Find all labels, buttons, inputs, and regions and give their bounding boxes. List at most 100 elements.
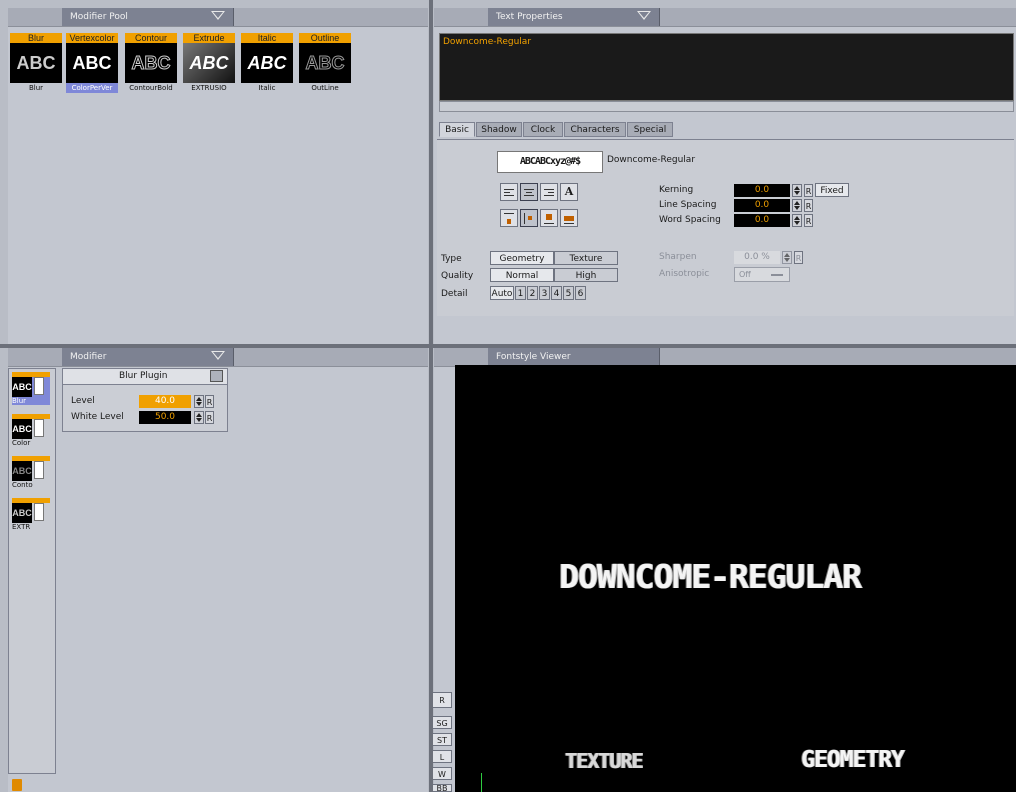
horizontal-scrollbar[interactable]	[439, 101, 1014, 112]
type-texture-button[interactable]: Texture	[554, 251, 618, 265]
pool-item-thumb: ABC	[183, 43, 235, 83]
white-level-value[interactable]: 50.0	[139, 411, 191, 424]
tab-characters[interactable]: Characters	[564, 122, 626, 137]
vertical-divider[interactable]	[429, 0, 433, 792]
pool-item-outline[interactable]: Outline ABC OutLine	[299, 33, 351, 93]
pool-item-thumb: ABC	[241, 43, 293, 83]
side-button-w[interactable]: W	[432, 767, 452, 780]
type-label: Type	[441, 254, 462, 264]
detail-4-button[interactable]: 4	[551, 286, 562, 300]
chevron-down-icon[interactable]	[211, 11, 225, 20]
kerning-spinner[interactable]	[792, 184, 802, 197]
detail-label: Detail	[441, 289, 468, 299]
trash-icon[interactable]	[12, 779, 22, 791]
level-value[interactable]: 40.0	[139, 395, 191, 408]
anisotropic-label: Anisotropic	[659, 269, 710, 279]
axis-icon	[481, 773, 482, 792]
modifier-stack-item[interactable]: ABC Color	[12, 414, 50, 447]
pool-item-extrude[interactable]: Extrude ABC EXTRUSIO	[183, 33, 235, 93]
chevron-down-icon[interactable]	[637, 11, 651, 20]
tab-clock[interactable]: Clock	[523, 122, 563, 137]
sharpen-spinner[interactable]	[782, 251, 792, 264]
white-level-spinner[interactable]	[194, 411, 204, 424]
sharpen-value[interactable]: 0.0 %	[734, 251, 780, 264]
text-properties-tab[interactable]: Text Properties	[488, 8, 660, 26]
modifier-stack-item[interactable]: ABC EXTR	[12, 498, 50, 531]
basic-properties: ABCABCxyz@#$ Downcome-Regular A Kerning …	[437, 139, 1014, 316]
stack-toggle[interactable]	[34, 419, 44, 437]
sharpen-reset-button[interactable]: R	[794, 251, 803, 264]
pin-icon[interactable]	[210, 370, 223, 382]
text-input-area[interactable]: Downcome-Regular	[439, 33, 1014, 101]
align-right-button[interactable]	[540, 183, 558, 201]
stack-toggle[interactable]	[34, 503, 44, 521]
align-bottom-button[interactable]	[540, 209, 558, 227]
pool-item-name: Italic	[258, 84, 276, 92]
modifier-stack-item[interactable]: ABC Blur	[12, 372, 50, 405]
pool-item-thumb: ABC	[299, 43, 351, 83]
level-label: Level	[71, 396, 95, 406]
tab-special[interactable]: Special	[627, 122, 673, 137]
line-spacing-label: Line Spacing	[659, 200, 717, 210]
word-spacing-reset-button[interactable]: R	[804, 214, 813, 227]
modifier-pool-titlebar: Modifier Pool	[8, 8, 428, 27]
level-reset-button[interactable]: R	[205, 395, 214, 408]
align-top-button[interactable]	[500, 209, 518, 227]
type-geometry-button[interactable]: Geometry	[490, 251, 554, 265]
modifier-stack-item[interactable]: ABC Conto	[12, 456, 50, 489]
pool-item-header: Blur	[10, 33, 62, 43]
pool-item-italic[interactable]: Italic ABC Italic	[241, 33, 293, 93]
side-button-l[interactable]: L	[432, 750, 452, 763]
detail-auto-button[interactable]: Auto	[490, 286, 514, 300]
side-button-r[interactable]: R	[432, 692, 452, 708]
detail-1-button[interactable]: 1	[515, 286, 526, 300]
detail-5-button[interactable]: 5	[563, 286, 574, 300]
pool-item-vertexcolor[interactable]: Vertexcolor ABC ColorPerVer	[66, 33, 118, 93]
word-spacing-value[interactable]: 0.0	[734, 214, 790, 227]
viewer-texture-text: TEXTURE	[565, 749, 643, 773]
side-button-st[interactable]: ST	[432, 733, 452, 746]
tab-shadow[interactable]: Shadow	[476, 122, 522, 137]
text-properties-tabs: Basic Shadow Clock Characters Special	[439, 122, 679, 138]
modifier-tab[interactable]: Modifier	[62, 348, 234, 366]
horizontal-divider[interactable]	[0, 344, 1016, 348]
level-spinner[interactable]	[194, 395, 204, 408]
pool-item-contour[interactable]: Contour ABC ContourBold	[125, 33, 177, 93]
chevron-down-icon[interactable]	[211, 351, 225, 360]
plugin-header: Blur Plugin	[63, 369, 227, 385]
tab-basic[interactable]: Basic	[439, 122, 475, 137]
align-middle-button[interactable]	[520, 209, 538, 227]
stack-toggle[interactable]	[34, 377, 44, 395]
align-left-button[interactable]	[500, 183, 518, 201]
fontstyle-viewport[interactable]: DOWNCOME-REGULAR TEXTURE GEOMETRY	[455, 365, 1016, 792]
word-spacing-spinner[interactable]	[792, 214, 802, 227]
kerning-fixed-button[interactable]: Fixed	[815, 183, 849, 197]
font-preview[interactable]: ABCABCxyz@#$	[497, 151, 603, 173]
line-spacing-spinner[interactable]	[792, 199, 802, 212]
stack-toggle[interactable]	[34, 461, 44, 479]
line-spacing-reset-button[interactable]: R	[804, 199, 813, 212]
quality-high-button[interactable]: High	[554, 268, 618, 282]
pool-item-blur[interactable]: Blur ABC Blur	[10, 33, 62, 93]
side-button-sg[interactable]: SG	[432, 716, 452, 729]
align-baseline-button[interactable]	[560, 209, 578, 227]
white-level-reset-button[interactable]: R	[205, 411, 214, 424]
pool-item-thumb: ABC	[10, 43, 62, 83]
anisotropic-dropdown[interactable]: Off	[734, 267, 790, 282]
modifier-pool-tab[interactable]: Modifier Pool	[62, 8, 234, 26]
stack-thumb: ABC	[12, 461, 32, 481]
justify-button[interactable]: A	[560, 183, 578, 201]
kerning-reset-button[interactable]: R	[804, 184, 813, 197]
line-spacing-value[interactable]: 0.0	[734, 199, 790, 212]
align-center-button[interactable]	[520, 183, 538, 201]
kerning-value[interactable]: 0.0	[734, 184, 790, 197]
detail-6-button[interactable]: 6	[575, 286, 586, 300]
detail-3-button[interactable]: 3	[539, 286, 550, 300]
pool-item-name: OutLine	[311, 84, 339, 92]
side-button-bb[interactable]: BB	[432, 784, 452, 792]
fontstyle-viewer-tab[interactable]: Fontstyle Viewer	[488, 348, 660, 366]
pool-item-name: ColorPerVer	[66, 83, 118, 93]
detail-2-button[interactable]: 2	[527, 286, 538, 300]
quality-normal-button[interactable]: Normal	[490, 268, 554, 282]
modifier-stack: ABC Blur ABC Color ABC Conto ABC EXTR	[8, 368, 56, 774]
